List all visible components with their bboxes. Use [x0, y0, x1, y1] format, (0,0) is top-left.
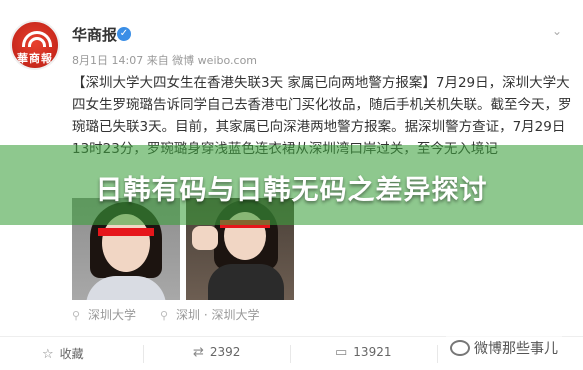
- location-tag-2[interactable]: ⚲ 深圳 · 深圳大学: [160, 306, 259, 323]
- comment-count: 13921: [353, 345, 392, 359]
- map-pin-icon: ⚲: [160, 309, 169, 322]
- photo-shirt: [208, 264, 284, 300]
- photo-hand: [192, 226, 218, 250]
- repost-count: 2392: [209, 345, 241, 359]
- favorite-label: 收藏: [59, 347, 84, 361]
- repost-icon: ⇄: [193, 345, 204, 360]
- banner-title: 日韩有码与日韩无码之差异探讨: [95, 175, 488, 206]
- location-label: 深圳 · 深圳大学: [176, 308, 260, 322]
- comment-icon: ▭: [335, 345, 348, 360]
- location-tag-1[interactable]: ⚲ 深圳大学: [72, 306, 136, 323]
- star-icon: ☆: [42, 347, 54, 362]
- avatar-logo-text: 華商報: [17, 52, 53, 65]
- user-name[interactable]: 华商报: [72, 24, 117, 45]
- divider: [143, 345, 144, 363]
- weibo-logo-icon: [450, 340, 470, 356]
- weibo-post-card: 華商報 华商报 ✓ 8月1日 14:07 来自 微博 weibo.com ⌄ 【…: [0, 0, 583, 370]
- watermark-text: 微博那些事儿: [474, 341, 558, 357]
- comment-button[interactable]: ▭ 13921: [335, 345, 391, 360]
- verified-badge-icon: ✓: [117, 27, 131, 41]
- map-pin-icon: ⚲: [72, 309, 81, 322]
- location-label: 深圳大学: [88, 308, 137, 322]
- divider: [437, 345, 438, 363]
- watermark: 微博那些事儿: [446, 336, 562, 360]
- photo-shirt: [86, 276, 166, 300]
- divider: [290, 345, 291, 363]
- favorite-button[interactable]: ☆ 收藏: [42, 345, 84, 362]
- post-meta: 8月1日 14:07 来自 微博 weibo.com: [72, 54, 258, 67]
- repost-button[interactable]: ⇄ 2392: [193, 345, 240, 360]
- censor-bar: [98, 228, 154, 236]
- chevron-down-icon[interactable]: ⌄: [549, 24, 565, 40]
- avatar[interactable]: 華商報: [10, 20, 60, 70]
